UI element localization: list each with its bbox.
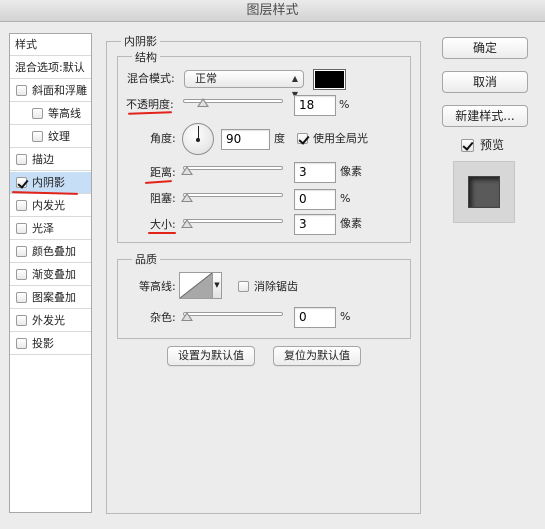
title-bar: 图层样式 xyxy=(0,0,545,22)
choke-slider[interactable] xyxy=(183,193,283,197)
preview-label[interactable]: 预览 xyxy=(480,138,504,152)
noise-field[interactable]: 0 xyxy=(294,307,336,328)
reset-default-button[interactable]: 复位为默认值 xyxy=(273,346,361,366)
distance-label: 距离: xyxy=(150,166,176,179)
outer-glow-checkbox[interactable] xyxy=(16,315,27,326)
distance-field[interactable]: 3 xyxy=(294,162,336,183)
angle-dial[interactable] xyxy=(182,123,214,155)
gradient-overlay-checkbox[interactable] xyxy=(16,269,27,280)
structure-title: 结构 xyxy=(132,49,160,65)
stroke-checkbox[interactable] xyxy=(16,154,27,165)
size-slider[interactable] xyxy=(183,219,283,223)
antialias-checkbox[interactable] xyxy=(238,281,249,292)
window-title: 图层样式 xyxy=(246,3,299,18)
angle-label: 角度: xyxy=(150,132,176,145)
choke-label: 阻塞: xyxy=(150,192,176,205)
sidebar-item-satin[interactable]: 光泽 xyxy=(10,218,91,240)
ok-button[interactable]: 确定 xyxy=(442,37,528,59)
choke-unit: % xyxy=(340,192,351,205)
size-unit: 像素 xyxy=(340,217,362,230)
preview-checkbox[interactable] xyxy=(461,139,474,152)
global-light-label[interactable]: 使用全局光 xyxy=(313,132,368,146)
chevron-down-icon: ▼ xyxy=(214,281,220,289)
bevel-emboss-checkbox[interactable] xyxy=(16,85,27,96)
shadow-color-swatch[interactable] xyxy=(313,69,346,90)
texture-checkbox[interactable] xyxy=(32,131,43,142)
contour-dropdown[interactable]: ▼ xyxy=(213,272,222,299)
sidebar-item-texture[interactable]: 纹理 xyxy=(10,126,91,148)
angle-field[interactable]: 90 xyxy=(221,129,270,150)
cancel-button[interactable]: 取消 xyxy=(442,71,528,93)
sidebar-item-drop-shadow[interactable]: 投影 xyxy=(10,333,91,355)
inner-shadow-checkbox[interactable] xyxy=(16,177,27,188)
sidebar-item-pattern-overlay[interactable]: 图案叠加 xyxy=(10,287,91,309)
drop-shadow-checkbox[interactable] xyxy=(16,338,27,349)
distance-slider[interactable] xyxy=(183,166,283,170)
sidebar-item-color-overlay[interactable]: 颜色叠加 xyxy=(10,241,91,263)
new-style-button[interactable]: 新建样式... xyxy=(442,105,528,127)
sidebar-item-outer-glow[interactable]: 外发光 xyxy=(10,310,91,332)
annotation-underline-size xyxy=(148,232,176,234)
quality-group xyxy=(117,259,411,339)
style-preview xyxy=(453,161,515,223)
antialias-label[interactable]: 消除锯齿 xyxy=(254,280,298,294)
sidebar-item-stroke[interactable]: 描边 xyxy=(10,149,91,171)
contour-checkbox[interactable] xyxy=(32,108,43,119)
global-light-checkbox[interactable] xyxy=(297,133,308,144)
noise-label: 杂色: xyxy=(150,311,176,324)
opacity-slider-thumb[interactable] xyxy=(197,98,209,107)
sidebar-item-gradient-overlay[interactable]: 渐变叠加 xyxy=(10,264,91,286)
blend-mode-select[interactable]: 正常 ▲▼ xyxy=(184,70,304,99)
distance-unit: 像素 xyxy=(340,165,362,178)
quality-title: 品质 xyxy=(132,251,160,267)
size-slider-thumb[interactable] xyxy=(181,219,193,228)
color-overlay-checkbox[interactable] xyxy=(16,246,27,257)
angle-unit: 度 xyxy=(274,132,285,145)
contour-label: 等高线: xyxy=(139,280,176,293)
opacity-label: 不透明度: xyxy=(126,98,174,111)
size-label: 大小: xyxy=(150,218,176,231)
inner-glow-checkbox[interactable] xyxy=(16,200,27,211)
noise-slider[interactable] xyxy=(183,312,283,316)
opacity-field[interactable]: 18 xyxy=(294,95,336,116)
distance-slider-thumb[interactable] xyxy=(181,166,193,175)
noise-slider-thumb[interactable] xyxy=(181,312,193,321)
noise-unit: % xyxy=(340,310,351,323)
sidebar-item-bevel-emboss[interactable]: 斜面和浮雕 xyxy=(10,80,91,102)
blend-mode-label: 混合模式: xyxy=(127,72,175,85)
size-field[interactable]: 3 xyxy=(294,214,336,235)
sidebar-item-inner-glow[interactable]: 内发光 xyxy=(10,195,91,217)
opacity-unit: % xyxy=(339,98,350,111)
inner-shadow-title: 内阴影 xyxy=(121,33,160,49)
choke-slider-thumb[interactable] xyxy=(181,193,193,202)
make-default-button[interactable]: 设置为默认值 xyxy=(167,346,255,366)
choke-field[interactable]: 0 xyxy=(294,189,336,210)
styles-sidebar: 样式 混合选项:默认 斜面和浮雕 等高线 纹理 描边 内阴影 内发光 光泽 颜色… xyxy=(9,33,92,513)
pattern-overlay-checkbox[interactable] xyxy=(16,292,27,303)
sidebar-item-contour[interactable]: 等高线 xyxy=(10,103,91,125)
contour-curve-icon xyxy=(179,272,213,299)
contour-picker[interactable] xyxy=(179,272,213,299)
style-preview-swatch xyxy=(468,176,500,208)
sidebar-item-blend-options[interactable]: 混合选项:默认 xyxy=(10,57,91,79)
satin-checkbox[interactable] xyxy=(16,223,27,234)
sidebar-header[interactable]: 样式 xyxy=(10,34,91,56)
